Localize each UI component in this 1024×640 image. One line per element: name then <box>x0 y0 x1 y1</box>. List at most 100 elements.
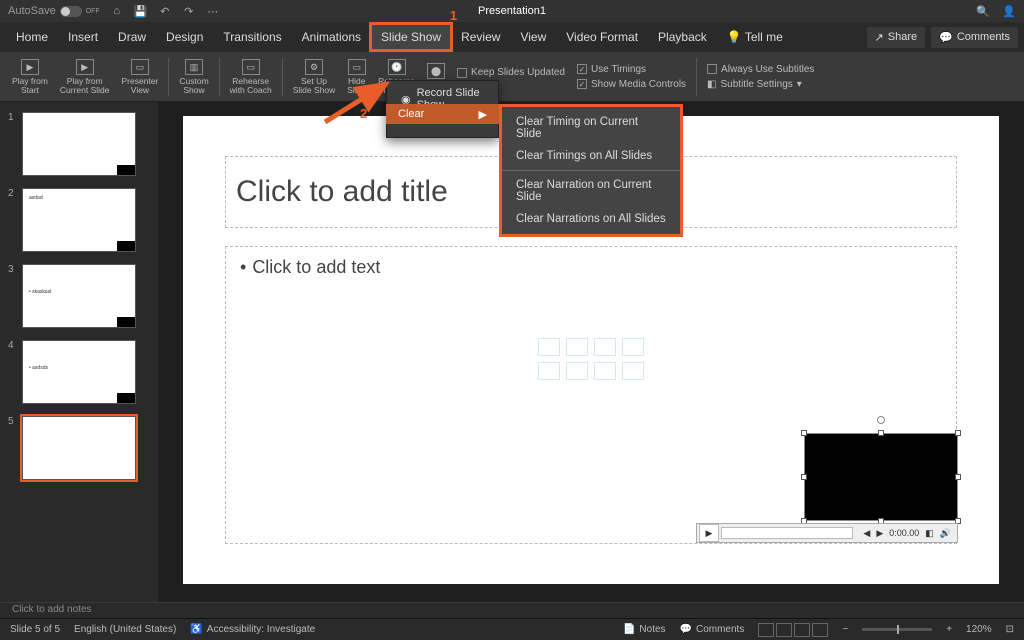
ribbon-tabs: Home Insert Draw Design Transitions Anim… <box>0 22 1024 52</box>
content-type-icons[interactable] <box>538 338 644 380</box>
reading-view-button[interactable] <box>794 623 810 637</box>
document-title: Presentation1 <box>478 5 546 17</box>
rehearse-coach-button[interactable]: ▭Rehearse with Coach <box>224 54 278 100</box>
slide-indicator[interactable]: Slide 5 of 5 <box>10 624 60 635</box>
normal-view-button[interactable] <box>758 623 774 637</box>
tab-video-format[interactable]: Video Format <box>556 24 648 50</box>
online-picture-icon[interactable] <box>566 362 588 380</box>
step-back-icon[interactable]: ◀ <box>863 528 870 539</box>
3d-icon[interactable] <box>622 338 644 356</box>
progress-track[interactable] <box>721 527 853 539</box>
toggle-switch[interactable] <box>60 6 82 17</box>
slideshow-view-button[interactable] <box>812 623 828 637</box>
accessibility-icon: ♿ <box>190 624 202 635</box>
zoom-level[interactable]: 120% <box>966 624 992 635</box>
undo-icon[interactable]: ↶ <box>158 4 172 18</box>
home-icon[interactable]: ⌂ <box>110 4 124 18</box>
tab-home[interactable]: Home <box>6 24 58 50</box>
thumbnail-2[interactable]: asdad <box>22 188 136 252</box>
always-subtitles-checkbox[interactable]: Always Use Subtitles <box>707 64 814 75</box>
play-from-current-button[interactable]: ▶Play from Current Slide <box>54 54 116 100</box>
sorter-view-button[interactable] <box>776 623 792 637</box>
tab-view[interactable]: View <box>510 24 556 50</box>
autosave-toggle[interactable]: AutoSave OFF <box>8 5 100 17</box>
resize-handle[interactable] <box>801 430 807 436</box>
tab-transitions[interactable]: Transitions <box>213 24 291 50</box>
thumbnail-4[interactable]: • asdsds <box>22 340 136 404</box>
ribbon: ▶Play from Start ▶Play from Current Slid… <box>0 52 1024 102</box>
search-icon[interactable]: 🔍 <box>976 4 990 18</box>
subtitle-icon: ◧ <box>707 79 716 90</box>
account-icon[interactable]: 👤 <box>1002 4 1016 18</box>
checkbox-checked-icon: ✓ <box>577 79 587 89</box>
volume-icon[interactable]: 🔊 <box>940 528 951 539</box>
play-button[interactable]: ▶ <box>699 524 719 542</box>
tab-playback[interactable]: Playback <box>648 24 717 50</box>
table-icon[interactable] <box>538 338 560 356</box>
resize-handle[interactable] <box>801 474 807 480</box>
clear-timings-all-item[interactable]: Clear Timings on All Slides <box>502 145 680 167</box>
fit-window-button[interactable]: ⊡ <box>1006 624 1014 635</box>
chart-icon[interactable] <box>566 338 588 356</box>
tab-animations[interactable]: Animations <box>292 24 371 50</box>
tab-tell-me[interactable]: 💡 Tell me <box>717 24 793 50</box>
thumbnail-1[interactable] <box>22 112 136 176</box>
picture-icon[interactable] <box>538 362 560 380</box>
coach-icon: ▭ <box>242 59 260 75</box>
notes-toggle[interactable]: 📄Notes <box>623 624 666 635</box>
slide-thumbnails-panel: 1 2asdad 3• skaskasl 4• asdsds 5 <box>0 102 158 602</box>
tab-review[interactable]: Review <box>451 24 510 50</box>
monitor-play-icon: ▶ <box>76 59 94 75</box>
smartart-icon[interactable] <box>594 338 616 356</box>
clear-menu-item[interactable]: 2 Clear ▶ <box>386 104 499 124</box>
more-icon[interactable]: ⋯ <box>206 4 220 18</box>
zoom-in-button[interactable]: + <box>946 624 952 635</box>
use-timings-checkbox[interactable]: ✓Use Timings <box>577 64 686 75</box>
zoom-out-button[interactable]: − <box>842 624 848 635</box>
monitor-play-icon: ▶ <box>21 59 39 75</box>
clear-narration-current-item[interactable]: Clear Narration on Current Slide <box>502 174 680 208</box>
thumbnail-5[interactable] <box>22 416 136 480</box>
redo-icon[interactable]: ↷ <box>182 4 196 18</box>
thumbnail-3[interactable]: • skaskasl <box>22 264 136 328</box>
checkbox-checked-icon: ✓ <box>577 64 587 74</box>
captions-icon[interactable]: ◧ <box>925 528 934 539</box>
rotate-handle[interactable] <box>877 416 885 424</box>
comments-toggle[interactable]: 💬Comments <box>680 624 745 635</box>
presenter-view-button[interactable]: ▭Presenter View <box>116 54 165 100</box>
resize-handle[interactable] <box>955 430 961 436</box>
clear-timing-current-item[interactable]: Clear Timing on Current Slide <box>502 111 680 145</box>
share-button[interactable]: ↗Share <box>867 27 926 48</box>
tab-design[interactable]: Design <box>156 24 213 50</box>
language-button[interactable]: English (United States) <box>74 624 176 635</box>
chevron-right-icon: ▶ <box>479 108 487 121</box>
video-object[interactable] <box>804 433 958 521</box>
icon-icon[interactable] <box>622 362 644 380</box>
tab-slide-show[interactable]: Slide Show 1 <box>371 24 451 50</box>
play-from-start-button[interactable]: ▶Play from Start <box>6 54 54 100</box>
view-buttons <box>758 623 828 637</box>
annotation-1: 1 <box>450 8 457 23</box>
video-icon[interactable] <box>594 362 616 380</box>
resize-handle[interactable] <box>955 474 961 480</box>
resize-handle[interactable] <box>878 430 884 436</box>
zoom-slider[interactable] <box>862 628 932 631</box>
notes-icon: 📄 <box>623 624 635 635</box>
show-media-checkbox[interactable]: ✓Show Media Controls <box>577 79 686 90</box>
time-display: 0:00.00 <box>889 528 919 538</box>
notes-pane[interactable]: Click to add notes <box>0 602 1024 618</box>
step-forward-icon[interactable]: ▶ <box>876 528 883 539</box>
media-control-bar: ▶ ◀ ▶ 0:00.00 ◧ 🔊 <box>696 523 958 543</box>
comments-button[interactable]: 💬Comments <box>931 27 1018 48</box>
clear-submenu: Clear Timing on Current Slide Clear Timi… <box>499 104 683 237</box>
record-icon: ⬤ <box>427 63 445 79</box>
keep-slides-updated-checkbox[interactable]: Keep Slides Updated <box>457 67 565 78</box>
tab-insert[interactable]: Insert <box>58 24 108 50</box>
subtitle-settings-button[interactable]: ◧Subtitle Settings ▾ <box>707 79 814 90</box>
tab-draw[interactable]: Draw <box>108 24 156 50</box>
save-icon[interactable]: 💾 <box>134 4 148 18</box>
custom-show-button[interactable]: ▥Custom Show <box>173 54 214 100</box>
clear-narrations-all-item[interactable]: Clear Narrations on All Slides <box>502 208 680 230</box>
accessibility-button[interactable]: ♿Accessibility: Investigate <box>190 624 315 635</box>
body-placeholder[interactable]: •Click to add text ▶ ◀ ▶ <box>225 246 957 544</box>
